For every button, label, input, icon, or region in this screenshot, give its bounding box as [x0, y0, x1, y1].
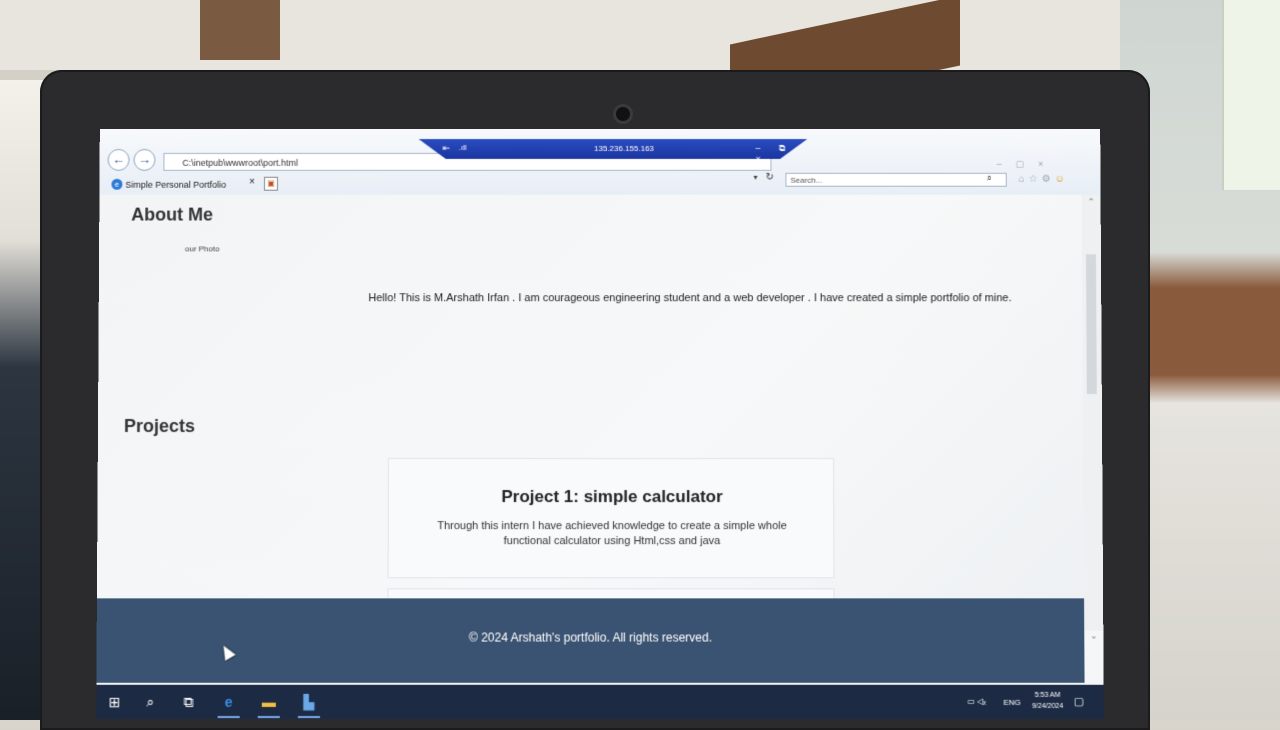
remote-desktop-bar[interactable]: ⇤ .ıll 135.236.155.163 – ⧉ × — [419, 139, 808, 159]
notification-icon[interactable]: ▢ — [1074, 695, 1085, 708]
about-text: Hello! This is M.Arshath Irfan . I am co… — [368, 292, 1012, 305]
projects-heading: Projects — [123, 416, 196, 437]
pin-icon[interactable]: ⇤ — [443, 143, 451, 154]
refresh-icon[interactable]: ↻ — [765, 172, 773, 183]
time: 5:53 AM — [1034, 691, 1061, 699]
close-icon[interactable]: × — [249, 177, 255, 188]
tab-portfolio[interactable]: Simple Personal Portfolio — [111, 177, 261, 193]
gear-icon[interactable]: ⚙ — [1042, 174, 1055, 185]
back-icon[interactable]: ← — [107, 148, 130, 171]
chevron-down-icon[interactable]: ⌄ — [1084, 631, 1103, 642]
chevron-up-icon[interactable]: ⌃ — [1082, 197, 1101, 208]
clock[interactable]: 5:53 AM 9/24/2024 — [1027, 690, 1067, 712]
signal-icon: .ıll — [458, 143, 467, 152]
language-indicator[interactable]: ENG — [1003, 698, 1020, 707]
new-tab-button[interactable]: ▣ — [263, 176, 278, 191]
webcam — [613, 104, 633, 124]
remote-ip: 135.236.155.163 — [594, 144, 654, 153]
file-explorer-icon[interactable]: ▬ — [261, 694, 277, 710]
scroll-thumb[interactable] — [1085, 254, 1097, 395]
taskview-icon[interactable]: ⧉ — [181, 694, 197, 710]
active-indicator — [257, 716, 280, 719]
toolbar-icons[interactable]: ⌂☆⚙☺ — [1019, 174, 1069, 185]
search-input[interactable]: Search... — [785, 172, 1007, 187]
about-heading: About Me — [131, 204, 214, 225]
project-card: Project 1: simple calculator Through thi… — [387, 458, 835, 579]
home-icon[interactable]: ⌂ — [1019, 174, 1029, 185]
footer-text: © 2024 Arshath's portfolio. All rights r… — [468, 630, 713, 645]
page-content: About Me our Photo Hello! This is M.Arsh… — [96, 194, 1085, 609]
project-title: Project 1: simple calculator — [501, 487, 723, 507]
edge-icon[interactable]: e — [221, 694, 237, 710]
star-icon[interactable]: ☆ — [1029, 174, 1042, 185]
forward-icon[interactable]: → — [133, 148, 156, 171]
room-beam — [200, 0, 280, 60]
projector-screen — [1222, 0, 1280, 190]
windows-icon[interactable]: ⊞ — [106, 694, 122, 710]
search-icon[interactable]: ⌕ — [987, 173, 992, 184]
remote-desktop-icon[interactable]: ▙ — [301, 694, 317, 710]
search-icon[interactable]: ⌕ — [142, 694, 158, 710]
active-indicator — [297, 716, 320, 719]
smiley-icon[interactable]: ☺ — [1055, 174, 1069, 185]
profile-photo: our Photo — [184, 244, 220, 254]
project-description: Through this intern I have achieved know… — [437, 520, 787, 548]
chevron-down-icon[interactable]: ▾ — [754, 173, 758, 182]
network-icon[interactable]: ▭ ◁ₓ — [967, 697, 986, 706]
scrollbar[interactable]: ⌃ ⌄ — [1081, 194, 1104, 641]
date: 9/24/2024 — [1031, 702, 1064, 710]
taskbar: ⊞ ⌕ ⧉ e ▬ ▙ ▭ ◁ₓ ENG 5:53 AM 9/24/2024 ▢ — [96, 684, 1104, 720]
room-ceiling — [0, 0, 1280, 70]
active-indicator — [217, 716, 240, 719]
laptop-screen: ← → C:\inetpub\wwwroot\port.html ▾ ↻ Sea… — [96, 129, 1104, 720]
footer: © 2024 Arshath's portfolio. All rights r… — [96, 598, 1085, 683]
window-controls[interactable]: –▢× — [997, 159, 1058, 170]
